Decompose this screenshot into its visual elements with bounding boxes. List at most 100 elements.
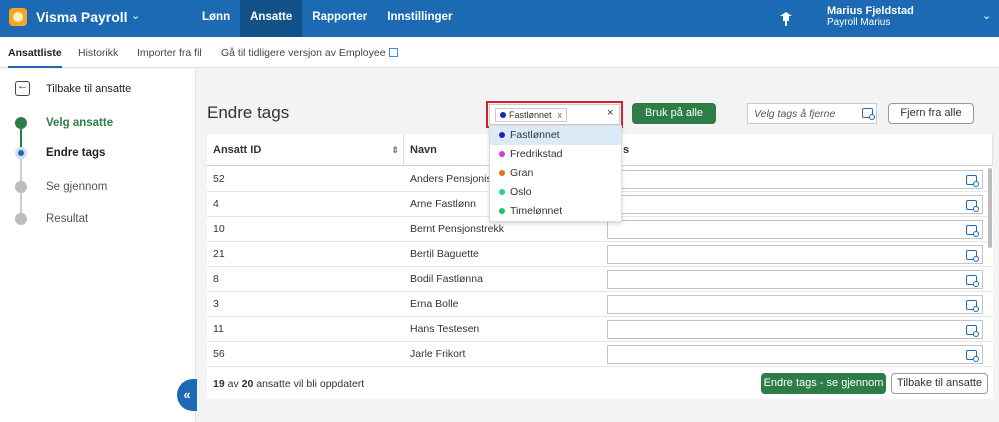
option-label: Fredrikstad [510, 148, 563, 160]
search-icon[interactable] [966, 325, 979, 337]
step-pending-icon [15, 213, 27, 225]
wizard-sidebar: Tilbake til ansatte Velg ansatte Endre t… [0, 69, 197, 422]
dropdown-option-oslo[interactable]: Oslo [490, 183, 621, 202]
top-bar: Visma Payroll ⌄ Lønn Ansatte Rapporter I… [0, 0, 999, 37]
nav-item-ansatte[interactable]: Ansatte [240, 0, 303, 37]
tag-color-dot [499, 170, 505, 176]
cell-name: Bodil Fastlønna [410, 273, 483, 285]
search-icon[interactable] [966, 300, 979, 312]
switch-company-icon[interactable] [777, 9, 795, 27]
table-scrollbar[interactable] [988, 168, 992, 248]
review-button[interactable]: Endre tags - se gjennom [761, 373, 886, 394]
remove-tags-placeholder: Velg tags å fjerne [754, 108, 836, 120]
dropdown-option-gran[interactable]: Gran [490, 164, 621, 183]
cell-name: Jarle Frikort [410, 348, 466, 360]
row-tag-input[interactable] [607, 295, 983, 314]
cell-id: 11 [213, 323, 224, 335]
tab-ansattliste[interactable]: Ansattliste [8, 47, 62, 68]
cell-id: 56 [213, 348, 225, 360]
column-header-id[interactable]: Ansatt ID ⇕ [207, 134, 404, 166]
row-tag-input[interactable] [607, 270, 983, 289]
table-row: 11 Hans Testesen [207, 317, 993, 342]
step-pending-icon [15, 181, 27, 193]
search-icon[interactable] [966, 200, 979, 212]
option-label: Fastlønnet [510, 129, 560, 141]
cell-id: 3 [213, 298, 219, 310]
column-header-tags[interactable]: s [601, 134, 993, 166]
cell-id: 21 [213, 248, 225, 260]
count-suffix: ansatte vil bli oppdatert [256, 378, 365, 390]
highlight-box [486, 101, 623, 128]
cell-id: 52 [213, 173, 225, 185]
dropdown-option-timelonnet[interactable]: Timelønnet [490, 202, 621, 221]
tag-color-dot [499, 208, 505, 214]
step-resultat: Resultat [46, 213, 89, 225]
cell-name: Bertil Baguette [410, 248, 479, 260]
tag-dropdown: Fastlønnet Fredrikstad Gran Oslo Timeløn… [489, 125, 622, 222]
user-org[interactable]: Payroll Marius [827, 17, 890, 28]
row-tag-input[interactable] [607, 170, 983, 189]
tab-old-version-label: Gå til tidligere versjon av Employee [221, 47, 386, 59]
table-row: 3 Erna Bolle [207, 292, 993, 317]
update-count-text: 19 av 20 ansatte vil bli oppdatert [213, 378, 364, 390]
cell-id: 8 [213, 273, 219, 285]
cell-name: Arne Fastlønn [410, 198, 476, 210]
remove-tags-input[interactable]: Velg tags å fjerne [747, 103, 877, 124]
back-to-employees-link[interactable]: Tilbake til ansatte [46, 83, 131, 95]
tag-color-dot [499, 132, 505, 138]
search-icon[interactable] [966, 225, 979, 237]
dropdown-option-fastlonnet[interactable]: Fastlønnet [490, 126, 621, 145]
table-row: 21 Bertil Baguette [207, 242, 993, 267]
back-to-employees-button[interactable]: Tilbake til ansatte [891, 373, 988, 394]
tab-old-version[interactable]: Gå til tidligere versjon av Employee [221, 47, 398, 59]
dropdown-option-fredrikstad[interactable]: Fredrikstad [490, 145, 621, 164]
count-of: av [227, 378, 239, 390]
nav-item-lonn[interactable]: Lønn [192, 0, 240, 37]
app-name[interactable]: Visma Payroll [36, 9, 128, 25]
chevron-down-icon[interactable]: ⌄ [131, 9, 140, 22]
option-label: Gran [510, 167, 534, 179]
step-velg-ansatte[interactable]: Velg ansatte [46, 117, 113, 129]
nav-item-innstillinger[interactable]: Innstillinger [377, 0, 462, 37]
option-label: Oslo [510, 186, 532, 198]
step-endre-tags: Endre tags [46, 147, 106, 159]
count-total: 20 [241, 378, 254, 390]
step-se-gjennom: Se gjennom [46, 181, 108, 193]
cell-name: Anders Pensjonist [410, 173, 495, 185]
cell-id: 10 [213, 223, 225, 235]
sub-nav: Ansattliste Historikk Importer fra fil G… [0, 37, 999, 68]
apply-all-button[interactable]: Bruk på alle [632, 103, 716, 124]
search-icon[interactable] [966, 175, 979, 187]
tag-color-dot [499, 151, 505, 157]
column-header-id-label: Ansatt ID [213, 144, 262, 156]
user-menu-chevron-icon[interactable]: ⌄ [982, 9, 991, 22]
visma-logo-icon[interactable] [9, 8, 27, 26]
cell-id: 4 [213, 198, 219, 210]
back-arrow-icon[interactable] [15, 80, 30, 96]
step-current-icon [15, 147, 27, 159]
search-icon[interactable] [966, 350, 979, 362]
row-tag-input[interactable] [607, 220, 983, 239]
nav-item-rapporter[interactable]: Rapporter [302, 0, 377, 37]
row-tag-input[interactable] [607, 320, 983, 339]
tab-historikk[interactable]: Historikk [78, 47, 118, 59]
table-row: 56 Jarle Frikort [207, 342, 993, 367]
user-name[interactable]: Marius Fjeldstad [827, 5, 914, 17]
search-icon[interactable] [862, 108, 875, 120]
search-icon[interactable] [966, 250, 979, 262]
sort-icon[interactable]: ⇕ [391, 134, 399, 166]
page-title: Endre tags [207, 103, 290, 122]
row-tag-input[interactable] [607, 245, 983, 264]
count-selected: 19 [213, 378, 225, 390]
collapse-sidebar-button[interactable]: « [177, 379, 197, 411]
table-row: 8 Bodil Fastlønna [207, 267, 993, 292]
search-icon[interactable] [966, 275, 979, 287]
external-link-icon [388, 48, 398, 57]
row-tag-input[interactable] [607, 195, 983, 214]
tab-importer[interactable]: Importer fra fil [137, 47, 202, 59]
remove-all-button[interactable]: Fjern fra alle [888, 103, 974, 124]
row-tag-input[interactable] [607, 345, 983, 364]
tag-color-dot [499, 189, 505, 195]
cell-name: Erna Bolle [410, 298, 459, 310]
step-done-icon [15, 117, 27, 129]
